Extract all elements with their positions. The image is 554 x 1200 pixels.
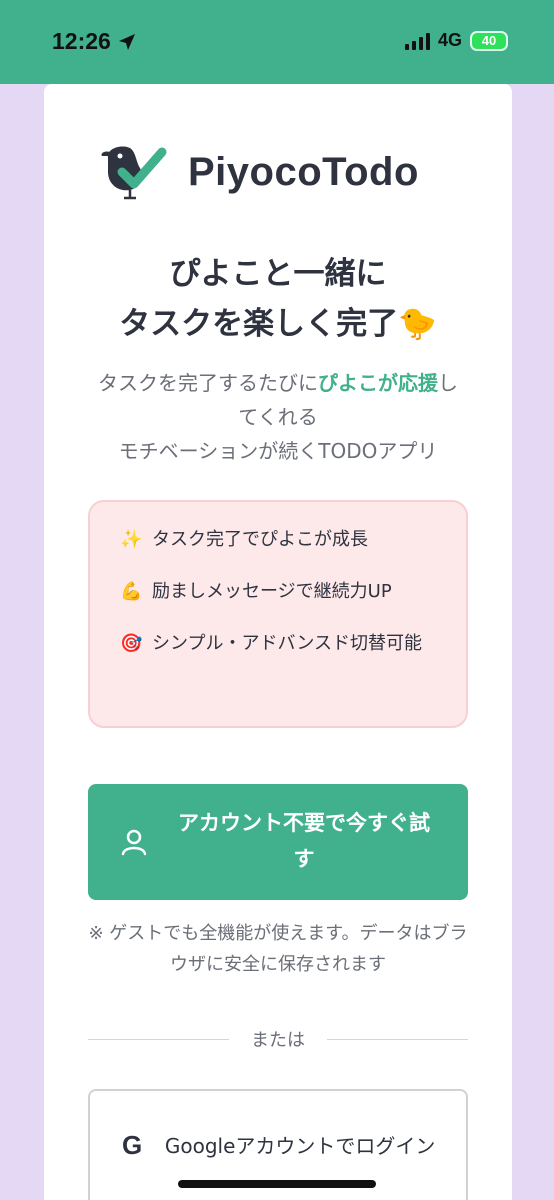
sparkles-icon: ✨ <box>120 529 143 550</box>
divider-label: または <box>251 1030 305 1051</box>
target-icon: 🎯 <box>120 633 143 654</box>
feature-item: 💪 励ましメッセージで継続力UP <box>120 576 440 608</box>
feature-item: ✨ タスク完了でぴよこが成長 <box>120 524 440 556</box>
bird-check-icon <box>101 146 167 200</box>
welcome-card: PiyocoTodo ぴよこと一緒に タスクを楽しく完了🐤 タスクを完了するたび… <box>44 84 512 1200</box>
status-indicators: 4G 40 <box>404 30 508 51</box>
subtitle: タスクを完了するたびにぴよこが応援してくれる モチベーションが続くTODOアプリ <box>90 366 466 468</box>
feature-text: タスク完了でぴよこが成長 <box>152 529 368 550</box>
signal-icon <box>404 32 430 50</box>
feature-item: 🎯 シンプル・アドバンスド切替可能 <box>120 628 440 660</box>
divider-line <box>88 1038 229 1040</box>
user-icon <box>121 829 147 856</box>
guest-start-label: アカウント不要で今すぐ試す <box>178 812 430 871</box>
subtitle-line-2: モチベーションが続くTODOアプリ <box>118 439 438 463</box>
title-line-2: タスクを楽しく完了🐤 <box>119 306 437 342</box>
google-icon: G <box>122 1130 143 1160</box>
guest-start-button[interactable]: アカウント不要で今すぐ試す <box>88 784 468 900</box>
title-line-1: ぴよこと一緒に <box>169 256 387 292</box>
app-logo: PiyocoTodo <box>100 142 419 202</box>
google-login-label: Googleアカウントでログイン <box>164 1133 436 1158</box>
subtitle-highlight: ぴよこが応援 <box>318 371 438 395</box>
status-time-text: 12:26 <box>52 28 111 54</box>
status-time: 12:26 <box>52 28 137 55</box>
location-arrow-icon <box>118 33 135 50</box>
status-bar: 12:26 4G 40 <box>0 0 554 84</box>
feature-text: 励ましメッセージで継続力UP <box>152 581 392 602</box>
or-divider: または <box>88 1024 468 1054</box>
network-label: 4G <box>437 30 462 50</box>
page-title: ぴよこと一緒に タスクを楽しく完了🐤 <box>44 249 512 349</box>
guest-note: ※ ゲストでも全機能が使えます。データはブラウザに安全に保存されます <box>88 923 468 975</box>
battery-level: 40 <box>481 33 497 48</box>
home-indicator[interactable] <box>178 1180 376 1188</box>
feature-text: シンプル・アドバンスド切替可能 <box>152 633 422 654</box>
battery-icon: 40 <box>470 30 508 51</box>
subtitle-part-1: タスクを完了するたびに <box>98 371 318 395</box>
flexed-arm-icon: 💪 <box>120 581 143 602</box>
divider-line <box>327 1038 468 1040</box>
feature-list: ✨ タスク完了でぴよこが成長 💪 励ましメッセージで継続力UP 🎯 シンプル・ア… <box>88 500 468 728</box>
app-name: PiyocoTodo <box>188 149 419 194</box>
